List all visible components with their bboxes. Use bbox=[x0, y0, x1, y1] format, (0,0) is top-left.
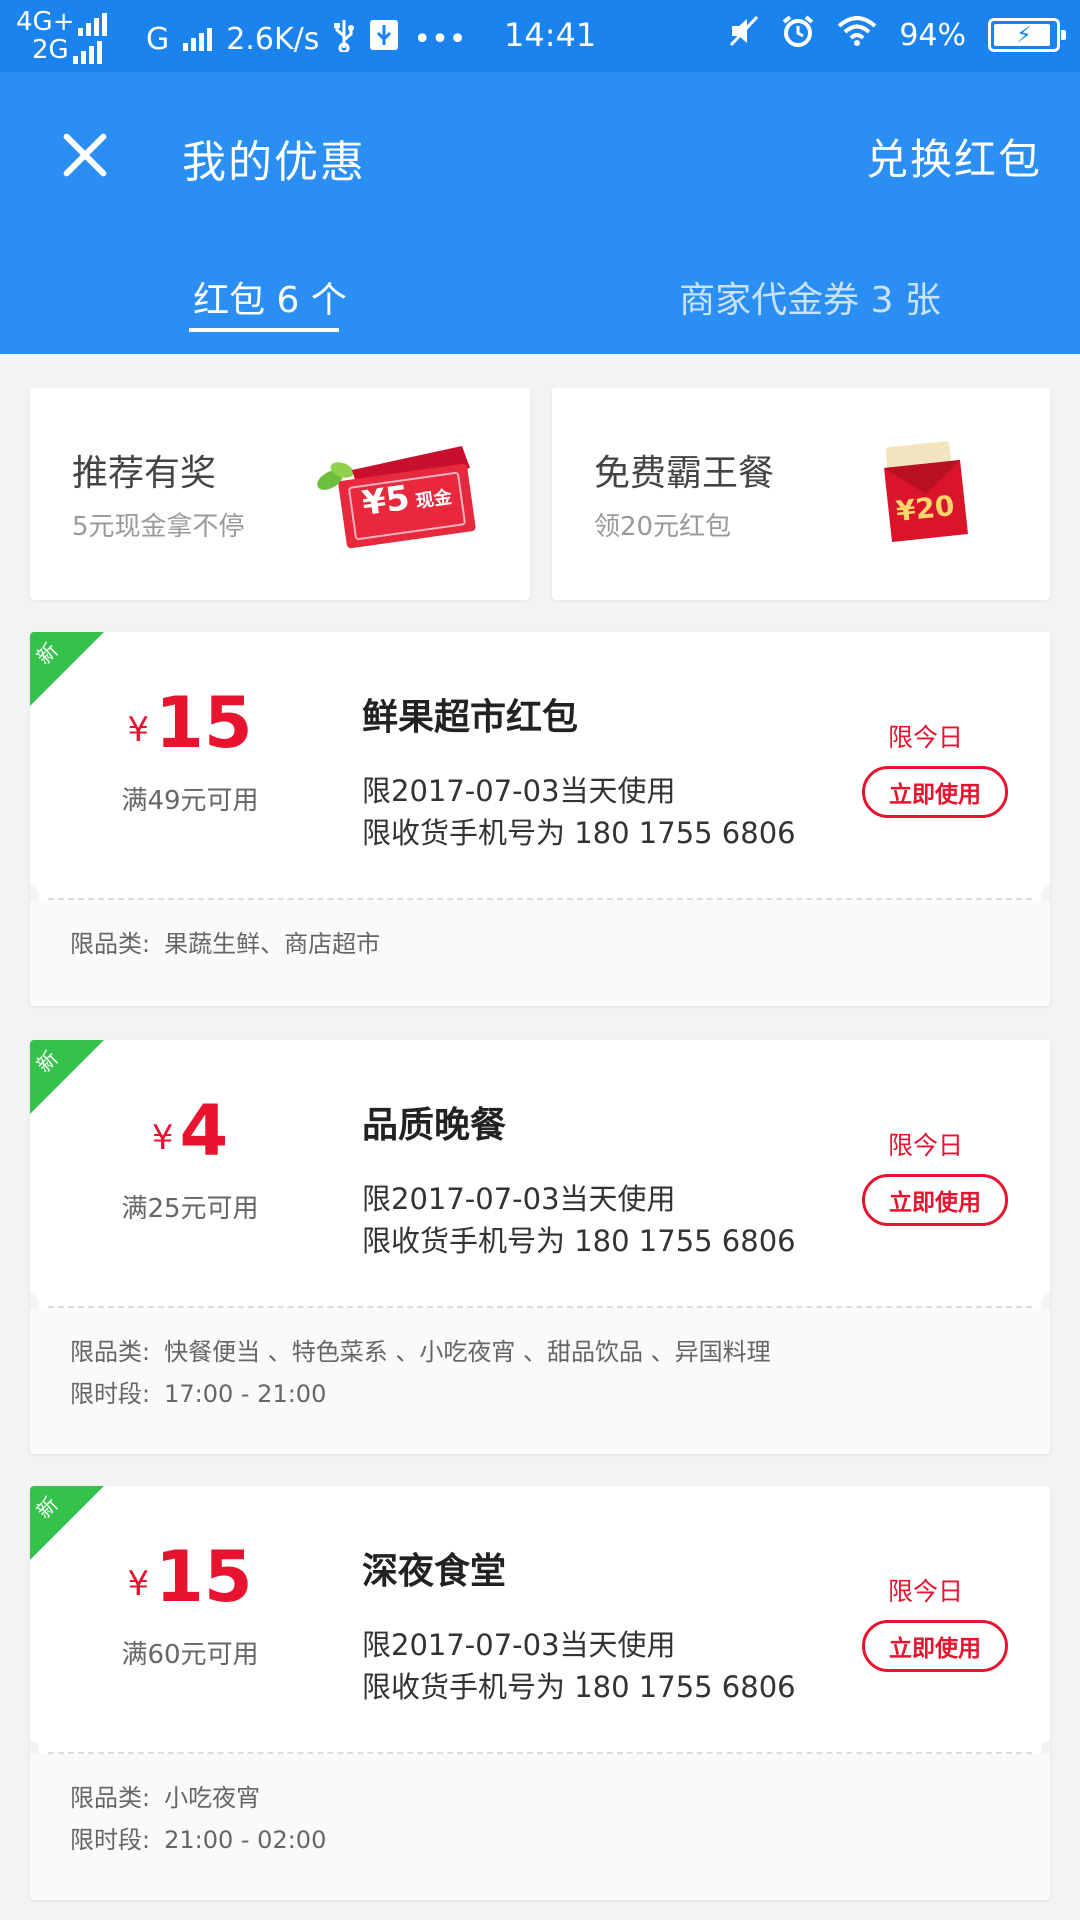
red-envelope-icon: ¥20 bbox=[870, 438, 980, 552]
coupon-date-rule: 限2017-07-03当天使用 bbox=[362, 1628, 676, 1662]
tab-merchant-vouchers[interactable]: 商家代金券 3 张 bbox=[540, 240, 1080, 354]
promo-badge: ¥5 bbox=[359, 477, 413, 525]
use-now-button[interactable]: 立即使用 bbox=[862, 1620, 1008, 1672]
meta-value: 小吃夜宵 bbox=[164, 1784, 261, 1812]
promo-title: 免费霸王餐 bbox=[594, 453, 775, 494]
meta-key: 限时段: bbox=[70, 1380, 151, 1408]
page-title: 我的优惠 bbox=[182, 137, 366, 188]
coupon-card: 新 ¥4 满25元可用 品质晚餐 限2017-07-03当天使用 限收货手机号为… bbox=[30, 1040, 1050, 1454]
promo-badge-suffix: 现金 bbox=[414, 486, 454, 513]
currency-symbol: ¥ bbox=[151, 1118, 174, 1158]
coupon-phone-rule: 限收货手机号为 180 1755 6806 bbox=[362, 1670, 796, 1704]
meta-key: 限时段: bbox=[70, 1826, 151, 1854]
signal-icon bbox=[72, 40, 102, 64]
network-type-bottom: 2G bbox=[32, 35, 69, 65]
coupon-card: 新 ¥15 满60元可用 深夜食堂 限2017-07-03当天使用 限收货手机号… bbox=[30, 1486, 1050, 1900]
promo-card-referral[interactable]: 推荐有奖 5元现金拿不停 ¥5 现金 bbox=[30, 388, 530, 600]
promo-badge: ¥20 bbox=[894, 489, 957, 528]
tab-label: 红包 6 个 bbox=[193, 280, 347, 321]
amount-value: 15 bbox=[155, 1536, 253, 1618]
clock: 14:41 bbox=[504, 16, 597, 54]
cash-ticket-icon: ¥5 现金 bbox=[312, 440, 482, 554]
coupon-threshold: 满49元可用 bbox=[121, 786, 259, 816]
coupon-phone-rule: 限收货手机号为 180 1755 6806 bbox=[362, 1224, 796, 1258]
coupon-card: 新 ¥15 满49元可用 鲜果超市红包 限2017-07-03当天使用 限收货手… bbox=[30, 632, 1050, 1006]
coupon-date-rule: 限2017-07-03当天使用 bbox=[362, 774, 676, 808]
meta-value: 21:00 - 02:00 bbox=[164, 1826, 327, 1854]
battery-percent: 94% bbox=[899, 17, 966, 53]
currency-symbol: ¥ bbox=[127, 710, 150, 750]
network-speed: 2.6K/s bbox=[226, 21, 320, 57]
meta-key: 限品类: bbox=[70, 930, 151, 958]
coupon-phone-rule: 限收货手机号为 180 1755 6806 bbox=[362, 816, 796, 850]
tab-label: 商家代金券 3 张 bbox=[679, 280, 941, 321]
signal-icon bbox=[183, 27, 213, 51]
today-only-label: 限今日 bbox=[888, 1131, 964, 1160]
meta-value: 快餐便当 、特色菜系 、小吃夜宵 、甜品饮品 、异国料理 bbox=[164, 1338, 771, 1366]
alarm-icon bbox=[781, 14, 815, 56]
use-now-button[interactable]: 立即使用 bbox=[862, 1174, 1008, 1226]
coupon-threshold: 满60元可用 bbox=[121, 1640, 259, 1670]
coupon-meta-line: 限品类: 小吃夜宵 bbox=[70, 1782, 1010, 1824]
status-bar: 4G+ 2G G 2.6K/s ••• 14:41 94% ⚡ bbox=[0, 0, 1080, 72]
tab-bar: 红包 6 个 商家代金券 3 张 bbox=[0, 240, 1080, 354]
promo-card-free-meal[interactable]: 免费霸王餐 领20元红包 ¥20 bbox=[552, 388, 1050, 600]
carrier-label: G bbox=[146, 21, 170, 57]
coupon-meta-line: 限时段: 21:00 - 02:00 bbox=[70, 1824, 1010, 1866]
exchange-coupon-button[interactable]: 兑换红包 bbox=[866, 126, 1042, 187]
coupon-date-rule: 限2017-07-03当天使用 bbox=[362, 1182, 676, 1216]
coupon-threshold: 满25元可用 bbox=[121, 1194, 259, 1224]
tab-red-packets[interactable]: 红包 6 个 bbox=[0, 240, 540, 354]
usb-icon bbox=[333, 18, 355, 60]
use-now-button[interactable]: 立即使用 bbox=[862, 766, 1008, 818]
meta-value: 17:00 - 21:00 bbox=[164, 1380, 327, 1408]
close-icon[interactable] bbox=[60, 130, 110, 180]
network-type-top: 4G+ bbox=[16, 7, 75, 37]
coupon-meta-line: 限品类: 果蔬生鲜、商店超市 bbox=[70, 928, 1010, 970]
status-right-group: 94% ⚡ bbox=[729, 14, 1066, 56]
promo-subtitle: 领20元红包 bbox=[594, 512, 732, 542]
coupon-title: 品质晚餐 bbox=[362, 1105, 507, 1146]
today-only-label: 限今日 bbox=[888, 723, 964, 752]
app-header: 我的优惠 兑换红包 bbox=[0, 72, 1080, 240]
coupon-meta-line: 限品类: 快餐便当 、特色菜系 、小吃夜宵 、甜品饮品 、异国料理 bbox=[70, 1336, 1010, 1378]
coupon-amount: ¥15 bbox=[30, 682, 350, 764]
network-indicator: 4G+ 2G bbox=[16, 7, 108, 65]
coupon-title: 鲜果超市红包 bbox=[362, 697, 579, 738]
usb-debug-icon bbox=[369, 19, 399, 59]
more-notifications-icon: ••• bbox=[413, 21, 467, 57]
coupon-title: 深夜食堂 bbox=[362, 1551, 507, 1592]
amount-value: 4 bbox=[179, 1090, 229, 1172]
battery-icon: ⚡ bbox=[988, 18, 1066, 52]
mute-icon bbox=[729, 15, 759, 55]
today-only-label: 限今日 bbox=[888, 1577, 964, 1606]
meta-value: 果蔬生鲜、商店超市 bbox=[164, 930, 381, 958]
tab-active-indicator bbox=[189, 328, 339, 332]
amount-value: 15 bbox=[155, 682, 253, 764]
signal-icon bbox=[78, 12, 108, 36]
promo-subtitle: 5元现金拿不停 bbox=[72, 512, 245, 542]
coupon-amount: ¥4 bbox=[30, 1090, 350, 1172]
coupon-meta-line: 限时段: 17:00 - 21:00 bbox=[70, 1378, 1010, 1420]
wifi-icon bbox=[837, 16, 877, 54]
currency-symbol: ¥ bbox=[127, 1564, 150, 1604]
meta-key: 限品类: bbox=[70, 1338, 151, 1366]
status-left-group: G 2.6K/s ••• bbox=[146, 18, 466, 60]
meta-key: 限品类: bbox=[70, 1784, 151, 1812]
promo-title: 推荐有奖 bbox=[72, 453, 217, 494]
coupon-amount: ¥15 bbox=[30, 1536, 350, 1618]
